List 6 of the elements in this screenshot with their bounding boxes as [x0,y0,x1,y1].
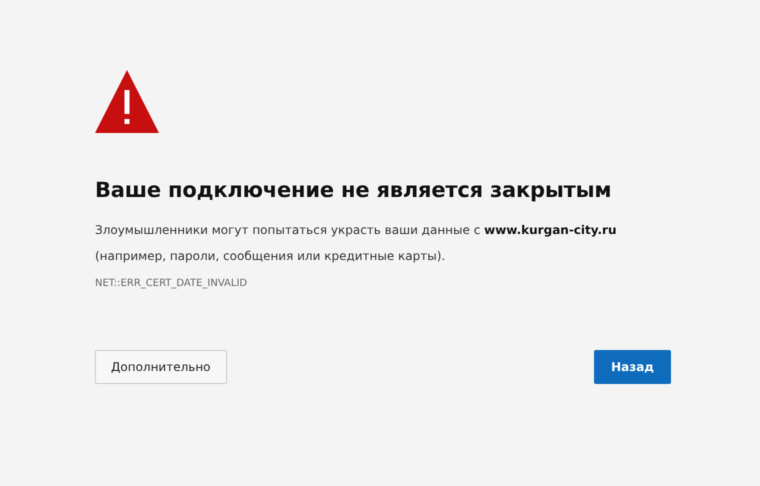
page-heading: Ваше подключение не является закрытым [95,177,612,204]
advanced-button[interactable]: Дополнительно [95,350,227,384]
description-text: Злоумышленники могут попытаться украсть ваши данные с www.kurgan-city.ru (например, пароли, сообщения или кредитные карты). [95,222,618,265]
warning-icon [95,70,159,133]
back-button[interactable]: Назад [594,350,671,384]
error-code: NET::ERR_CERT_DATE_INVALID [95,277,248,291]
